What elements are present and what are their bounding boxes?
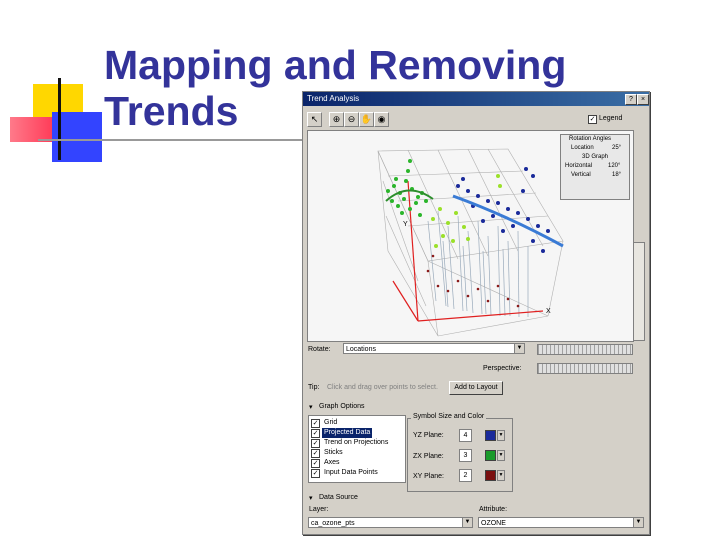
rotation-3d-graph-label: 3D Graph xyxy=(581,154,608,160)
graph-vertical-scrollbar[interactable] xyxy=(633,242,645,341)
perspective-label: Perspective: xyxy=(483,365,522,372)
rotation-location-value: 25° xyxy=(612,145,622,151)
close-button[interactable]: × xyxy=(637,94,649,105)
graph-option-input-data-points[interactable]: ✓ Input Data Points xyxy=(311,468,403,478)
symbol-group-label: Symbol Size and Color xyxy=(411,413,487,420)
add-to-layout-button[interactable]: Add to Layout xyxy=(449,381,503,395)
attribute-label: Attribute: xyxy=(479,506,508,513)
rotate-select-value: Locations xyxy=(346,346,376,353)
rotation-heading: Rotation Angles xyxy=(569,136,612,142)
yz-color-dropdown-icon[interactable]: ▼ xyxy=(497,430,505,441)
graph-option-sticks[interactable]: ✓ Sticks xyxy=(311,448,403,458)
tip-text: Click and drag over points to select. xyxy=(327,384,438,391)
rotate-select[interactable]: Locations ▼ xyxy=(343,343,525,354)
graph-options-toggle-icon[interactable]: ▾ xyxy=(309,403,313,411)
graph-option-input-data-points-checkbox[interactable]: ✓ xyxy=(311,469,320,478)
legend-checkbox[interactable]: ✓ xyxy=(588,115,597,124)
rotation-vertical-label: Vertical xyxy=(571,172,591,178)
help-button[interactable]: ? xyxy=(625,94,637,105)
graph-option-sticks-checkbox[interactable]: ✓ xyxy=(311,449,320,458)
deco-vertical-line xyxy=(58,78,61,160)
rotation-vertical-row: Vertical 18° xyxy=(561,171,629,180)
graph-option-input-data-points-label: Input Data Points xyxy=(324,469,378,476)
graph-option-projected-data[interactable]: ✓ Projected Data xyxy=(311,428,403,438)
graph-options-label: Graph Options xyxy=(319,403,365,410)
xy-color-dropdown-icon[interactable]: ▼ xyxy=(497,470,505,481)
graph-option-grid[interactable]: ✓ Grid xyxy=(311,418,403,428)
zoom-out-icon[interactable]: ⊖ xyxy=(344,112,359,127)
rotation-location-row: Location 25° xyxy=(561,144,629,153)
rotate-slider[interactable] xyxy=(537,344,633,355)
rotation-horizontal-value: 120° xyxy=(608,163,621,169)
attribute-chevron-down-icon[interactable]: ▼ xyxy=(633,518,643,527)
layer-select-value: ca_ozone_pts xyxy=(311,520,355,527)
slide-title-line1: Mapping and Removing xyxy=(104,42,567,88)
perspective-slider[interactable] xyxy=(537,363,633,374)
graph-option-sticks-label: Sticks xyxy=(324,449,343,456)
layer-label: Layer: xyxy=(309,506,329,513)
graph-options-list: ✓ Grid ✓ Projected Data ✓ Trend on Proje… xyxy=(308,415,406,483)
zx-plane-label: ZX Plane: xyxy=(413,453,444,460)
yz-color-swatch[interactable] xyxy=(485,430,496,441)
zoom-in-icon[interactable]: ⊕ xyxy=(329,112,344,127)
graph-option-trend-on-projections[interactable]: ✓ Trend on Projections xyxy=(311,438,403,448)
full-extent-globe-icon[interactable]: ◉ xyxy=(374,112,389,127)
xy-size-stepper[interactable]: 2 xyxy=(459,469,472,482)
yz-size-stepper[interactable]: 4 xyxy=(459,429,472,442)
rotation-location-label: Location xyxy=(571,145,594,151)
rotate-label: Rotate: xyxy=(308,346,331,353)
graph-option-trend-on-projections-checkbox[interactable]: ✓ xyxy=(311,439,320,448)
zx-color-swatch[interactable] xyxy=(485,450,496,461)
graph-option-axes[interactable]: ✓ Axes xyxy=(311,458,403,468)
zx-color-dropdown-icon[interactable]: ▼ xyxy=(497,450,505,461)
layer-select[interactable]: ca_ozone_pts ▼ xyxy=(308,517,473,528)
layer-chevron-down-icon[interactable]: ▼ xyxy=(462,518,472,527)
tip-label: Tip: xyxy=(308,384,320,391)
axis-x-label: X xyxy=(546,308,551,315)
xy-color-swatch[interactable] xyxy=(485,470,496,481)
rotation-horizontal-row: Horizontal 120° xyxy=(561,162,629,171)
xy-projected-points xyxy=(426,254,520,308)
legend-label: Legend xyxy=(599,115,623,122)
dialog-title: Trend Analysis xyxy=(307,94,360,103)
attribute-select-value: OZONE xyxy=(481,520,506,527)
zx-size-stepper[interactable]: 3 xyxy=(459,449,472,462)
graph-option-grid-label: Grid xyxy=(324,419,338,426)
graph-option-axes-label: Axes xyxy=(324,459,340,466)
chevron-down-icon[interactable]: ▼ xyxy=(514,344,524,353)
graph-option-grid-checkbox[interactable]: ✓ xyxy=(311,419,320,428)
graph-option-axes-checkbox[interactable]: ✓ xyxy=(311,459,320,468)
xy-plane-label: XY Plane: xyxy=(413,473,445,480)
yz-plane-label: YZ Plane: xyxy=(413,432,444,439)
rotation-angles-box: Rotation Angles Location 25° 3D Graph Ho… xyxy=(560,134,630,200)
data-source-toggle-icon[interactable]: ▾ xyxy=(309,494,313,502)
zx-projected-points xyxy=(456,167,550,253)
graph-option-trend-on-projections-label: Trend on Projections xyxy=(324,439,389,446)
trend-analysis-dialog: Trend Analysis ? × ↖ ⊕ ⊖ ✋ ◉ ✓ Legend Y … xyxy=(302,91,650,535)
rotation-vertical-value: 18° xyxy=(612,172,622,178)
axis-y-label: Y xyxy=(403,221,408,228)
graph-option-projected-data-label: Projected Data xyxy=(322,428,373,438)
dialog-titlebar[interactable]: Trend Analysis ? × xyxy=(303,92,649,106)
deco-horizontal-line xyxy=(38,139,338,141)
select-tool-icon[interactable]: ↖ xyxy=(307,112,322,127)
rotation-horizontal-label: Horizontal xyxy=(565,163,593,169)
attribute-select[interactable]: OZONE ▼ xyxy=(478,517,644,528)
graph-option-projected-data-checkbox[interactable]: ✓ xyxy=(311,429,320,438)
data-source-label: Data Source xyxy=(319,494,358,501)
pan-hand-icon[interactable]: ✋ xyxy=(359,112,374,127)
graph-grid xyxy=(377,148,564,337)
